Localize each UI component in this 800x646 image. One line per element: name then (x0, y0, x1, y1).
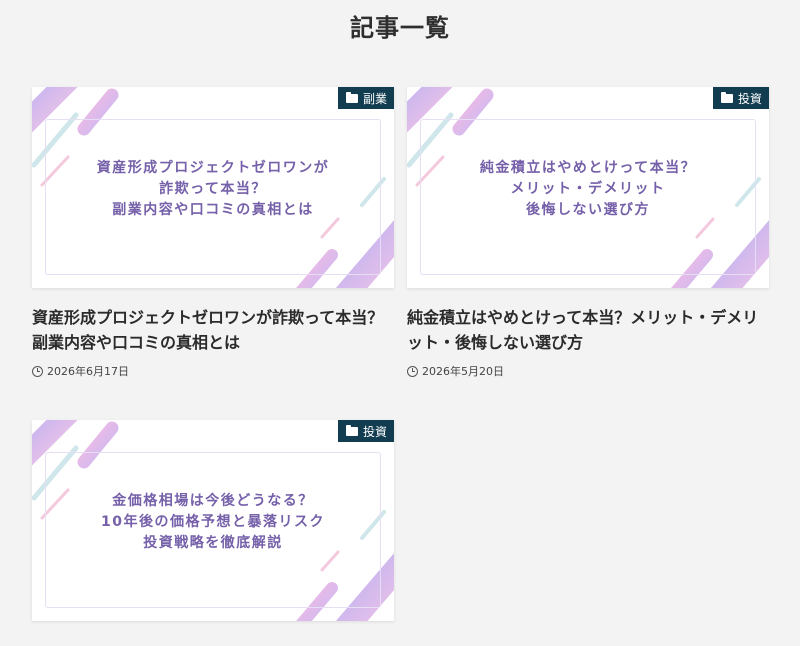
article-card[interactable]: 純金積立はやめとけって本当？ メリット・デメリット 後悔しない選び方 投資 純金… (407, 87, 769, 379)
clock-icon (32, 365, 43, 377)
article-meta: 2026年5月20日 (407, 363, 769, 379)
category-label: 副業 (362, 91, 387, 106)
category-badge[interactable]: 副業 (337, 87, 394, 109)
article-date: 2026年6月17日 (47, 365, 129, 378)
article-card[interactable]: 金価格相場は今後どうなる？ 10年後の価格予想と暴落リスク 投資戦略を徹底解説 … (32, 420, 394, 621)
article-thumbnail[interactable]: 資産形成プロジェクトゼロワンが 詐欺って本当？ 副業内容や口コミの真相とは 副業 (32, 87, 394, 288)
thumbnail-text: 純金積立はやめとけって本当？ メリット・デメリット 後悔しない選び方 (479, 160, 697, 218)
category-badge[interactable]: 投資 (712, 87, 769, 109)
article-card[interactable]: 資産形成プロジェクトゼロワンが 詐欺って本当？ 副業内容や口コミの真相とは 副業… (32, 87, 394, 379)
article-date: 2026年5月20日 (422, 365, 504, 378)
folder-icon (720, 92, 733, 103)
article-thumbnail[interactable]: 純金積立はやめとけって本当？ メリット・デメリット 後悔しない選び方 投資 (407, 87, 769, 288)
article-title[interactable]: 純金積立はやめとけって本当？メリット・デメリット・後悔しない選び方 (407, 305, 769, 355)
article-thumbnail[interactable]: 金価格相場は今後どうなる？ 10年後の価格予想と暴落リスク 投資戦略を徹底解説 … (32, 420, 394, 621)
folder-icon (345, 425, 358, 436)
thumbnail-text: 金価格相場は今後どうなる？ 10年後の価格予想と暴落リスク 投資戦略を徹底解説 (101, 493, 325, 551)
category-label: 投資 (362, 424, 387, 439)
article-meta: 2026年6月17日 (32, 363, 394, 379)
category-badge[interactable]: 投資 (337, 420, 394, 442)
category-label: 投資 (737, 91, 762, 106)
thumbnail-text: 資産形成プロジェクトゼロワンが 詐欺って本当？ 副業内容や口コミの真相とは (96, 160, 330, 218)
folder-icon (345, 92, 358, 103)
clock-icon (407, 365, 418, 377)
article-title[interactable]: 資産形成プロジェクトゼロワンが詐欺って本当？副業内容や口コミの真相とは (32, 305, 394, 355)
page-title: 記事一覧 (350, 14, 450, 42)
